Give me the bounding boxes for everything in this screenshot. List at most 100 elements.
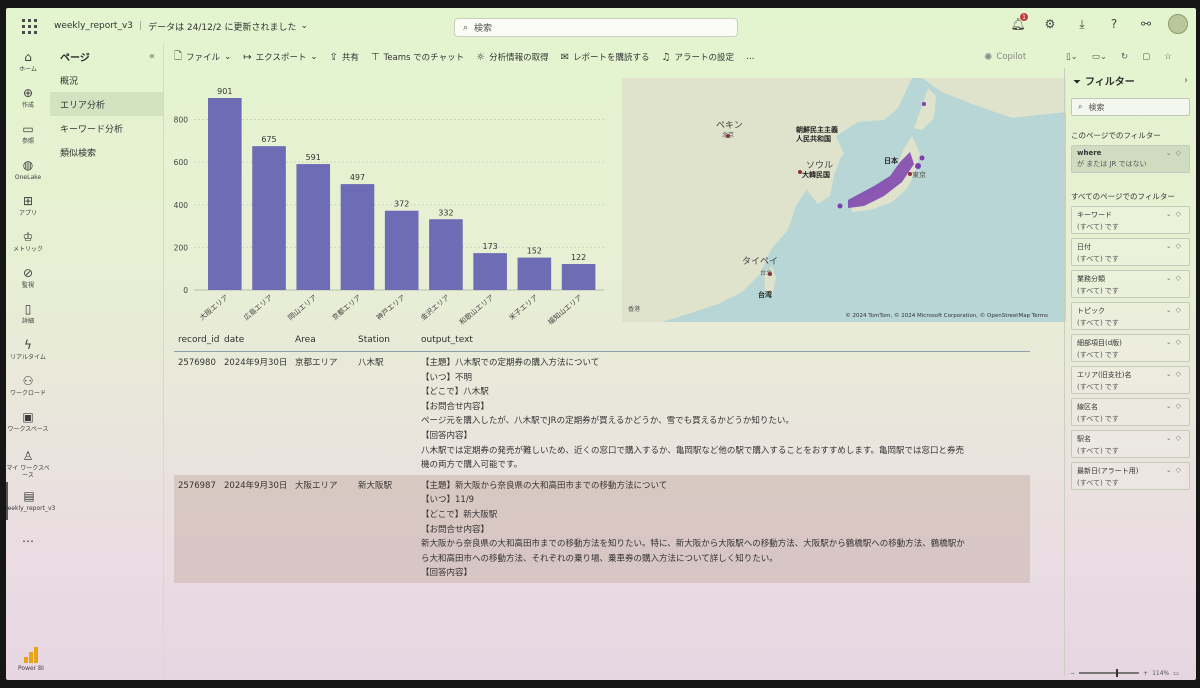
column-header-0[interactable]: record_id [174,335,220,345]
page-tab-0[interactable]: 概況 [50,68,163,92]
column-header-1[interactable]: date [220,335,291,345]
map-visual[interactable]: ペキン 北京 朝鮮民主主義 人民共和国 ソウル 大韓民国 日本 東京 タイペイ … [622,78,1066,322]
zoom-slider-thumb[interactable] [1116,669,1119,677]
filter-actions-icon[interactable]: ⌄◇ [1166,466,1185,474]
filter-icon: ⏷ [1073,76,1081,88]
subscribe-button[interactable]: ✉ レポートを購読する [561,51,650,64]
page-tab-2[interactable]: キーワード分析 [50,116,163,140]
rail-item-my-workspace[interactable]: ♙ マイ ワークスペース [6,446,50,482]
bar-6[interactable] [473,253,507,290]
filter-card[interactable]: 線区名 (すべて) です ⌄◇ [1071,398,1190,426]
export-menu-button[interactable]: ↦ エクスポート ⌄ [243,51,317,64]
bar-4[interactable] [384,210,419,290]
filter-card[interactable]: 業務分類 (すべて) です ⌄◇ [1071,270,1190,298]
teams-chat-button[interactable]: ⊤ Teams でのチャット [371,51,464,64]
fit-page-icon[interactable]: ▭ [1173,670,1179,677]
table-row[interactable]: 2576980 2024年9月30日 京都エリア 八木駅 【主題】八木駅での定期券の購入… [174,352,1030,475]
table-row[interactable]: 2576987 2024年9月30日 大阪エリア 新大阪駅 【主題】新大阪から奈良県の大… [174,474,1030,583]
filter-card[interactable]: 日付 (すべて) です ⌄◇ [1071,238,1190,266]
filter-value: (すべて) です [1077,383,1119,391]
zoom-slider[interactable] [1079,669,1140,677]
filter-actions-icon[interactable]: ⌄◇ [1166,210,1185,218]
rail-item-report[interactable]: ▤ weekly_report_v3 [6,482,55,520]
comment-icon[interactable]: ▢ [1142,52,1150,62]
filter-actions-icon[interactable]: ⌄◇ [1166,370,1185,378]
output-text-line: 【主題】八木駅での定期券の購入方法について [421,358,600,368]
filter-actions-icon[interactable]: ⌄◇ [1166,149,1185,157]
column-header-3[interactable]: Station [354,335,418,345]
rail-item-realtime[interactable]: ϟ リアルタイム [6,332,50,368]
bookmark-icon[interactable]: ▯⌄ [1066,52,1078,62]
zoom-level[interactable]: 114% [1152,670,1169,677]
rail-item-browse[interactable]: ▭ 参照 [6,116,50,152]
file-menu-button[interactable]: 🗋︎ ファイル ⌄ [174,49,231,66]
filter-actions-icon[interactable]: ⌄◇ [1166,402,1185,410]
filter-card[interactable]: 最新日(アラート用) (すべて) です ⌄◇ [1071,462,1190,490]
rail-item-home[interactable]: ⌂ ホーム [6,44,50,80]
set-alert-button[interactable]: ♫ アラートの設定 [661,51,733,64]
rail-item-apps[interactable]: ⊞ アプリ [6,188,50,224]
rail-item-workload[interactable]: ⚇ ワークロード [6,368,50,404]
report-title[interactable]: weekly_report_v3 [54,21,133,31]
bar-5[interactable] [429,219,463,290]
filter-card[interactable]: where が または JR ではない ⌄◇ [1071,145,1190,173]
filter-actions-icon[interactable]: ⌄◇ [1166,338,1185,346]
search-box[interactable]: ⌕ 検索 [454,18,738,37]
bar-8[interactable] [561,264,596,290]
map-copyright[interactable]: © 2024 TomTom, © 2024 Microsoft Corporat… [845,313,1048,319]
share-button[interactable]: ⇪ 共有 [329,51,358,64]
page-tab-1[interactable]: エリア分析 [50,92,163,116]
filter-actions-icon[interactable]: ⌄◇ [1166,434,1185,442]
collapse-icon[interactable]: › [1184,75,1188,86]
page-tab-3[interactable]: 類似検索 [50,140,163,164]
notifications-icon[interactable]: 🔔︎ 1 [1008,13,1028,34]
powerbi-window: weekly_report_v3 | データは 24/12/2 に更新されました… [6,8,1196,680]
filter-actions-icon[interactable]: ⌄◇ [1166,274,1185,282]
rail-item-learn[interactable]: ▯ 詳細 [6,296,50,332]
more-options-button[interactable]: … [746,52,755,62]
rail-item-metrics[interactable]: ♔ メトリック [6,224,50,260]
refresh-status[interactable]: データは 24/12/2 に更新されました [148,20,296,33]
download-icon[interactable]: ⤓ [1072,14,1092,34]
bar-1[interactable] [252,146,286,290]
bar-0[interactable] [208,98,242,290]
rail-item-create[interactable]: ⊕ 作成 [6,80,50,116]
app-launcher-icon[interactable] [16,13,42,39]
rail-item-workspace[interactable]: ▣ ワークスペース [6,404,50,440]
rail-item-monitor[interactable]: ⊘ 監視 [6,260,50,296]
filter-card[interactable]: 駅名 (すべて) です ⌄◇ [1071,430,1190,458]
avatar[interactable] [1168,14,1188,34]
bar-2[interactable] [296,164,331,290]
filter-card[interactable]: エリア(旧支社)名 (すべて) です ⌄◇ [1071,366,1190,394]
zoom-in-icon[interactable]: + [1143,670,1148,677]
area-bar-chart[interactable]: 0 200 400 600 800 901 大阪エリア 675 広島エリア 591 岡山エリア 497… [166,70,616,330]
filter-card[interactable]: キーワード (すべて) です ⌄◇ [1071,206,1190,234]
chevron-down-icon[interactable]: ⌄ [300,21,308,31]
table-body[interactable]: 2576980 2024年9月30日 京都エリア 八木駅 【主題】八木駅での定期券の購入… [174,352,1030,583]
filter-search-input[interactable]: ⌕ 検索 [1071,98,1190,116]
rail-item-more[interactable]: … [6,520,50,556]
copilot-label: Copilot [996,52,1027,62]
copilot-button[interactable]: ✺ Copilot [984,52,1026,63]
rail-item-onelake[interactable]: ◍ OneLake [6,152,50,188]
bar-7[interactable] [517,257,552,290]
powerbi-switcher[interactable]: Power BI [18,647,44,672]
notification-badge: 1 [1020,13,1028,21]
filter-card[interactable]: 細部項目(d版) (すべて) です ⌄◇ [1071,334,1190,362]
refresh-icon[interactable]: ↻ [1121,52,1128,62]
get-insights-button[interactable]: ☼ 分析情報の取得 [476,51,548,64]
filter-actions-icon[interactable]: ⌄◇ [1166,306,1185,314]
x-tick-label: 岡山エリア [286,293,319,322]
zoom-out-icon[interactable]: − [1070,670,1075,677]
filter-actions-icon[interactable]: ⌄◇ [1166,242,1185,250]
collapse-icon[interactable]: « [149,51,155,62]
settings-icon[interactable]: ⚙ [1040,14,1060,34]
column-header-2[interactable]: Area [291,335,354,345]
help-icon[interactable]: ? [1104,14,1124,34]
share-link-icon[interactable]: ⚯ [1136,14,1156,34]
filter-card[interactable]: トピック (すべて) です ⌄◇ [1071,302,1190,330]
bar-3[interactable] [340,184,375,290]
view-icon[interactable]: ▭⌄ [1092,52,1107,62]
column-header-4[interactable]: output_text [418,335,1030,345]
favorite-icon[interactable]: ☆ [1164,52,1172,62]
